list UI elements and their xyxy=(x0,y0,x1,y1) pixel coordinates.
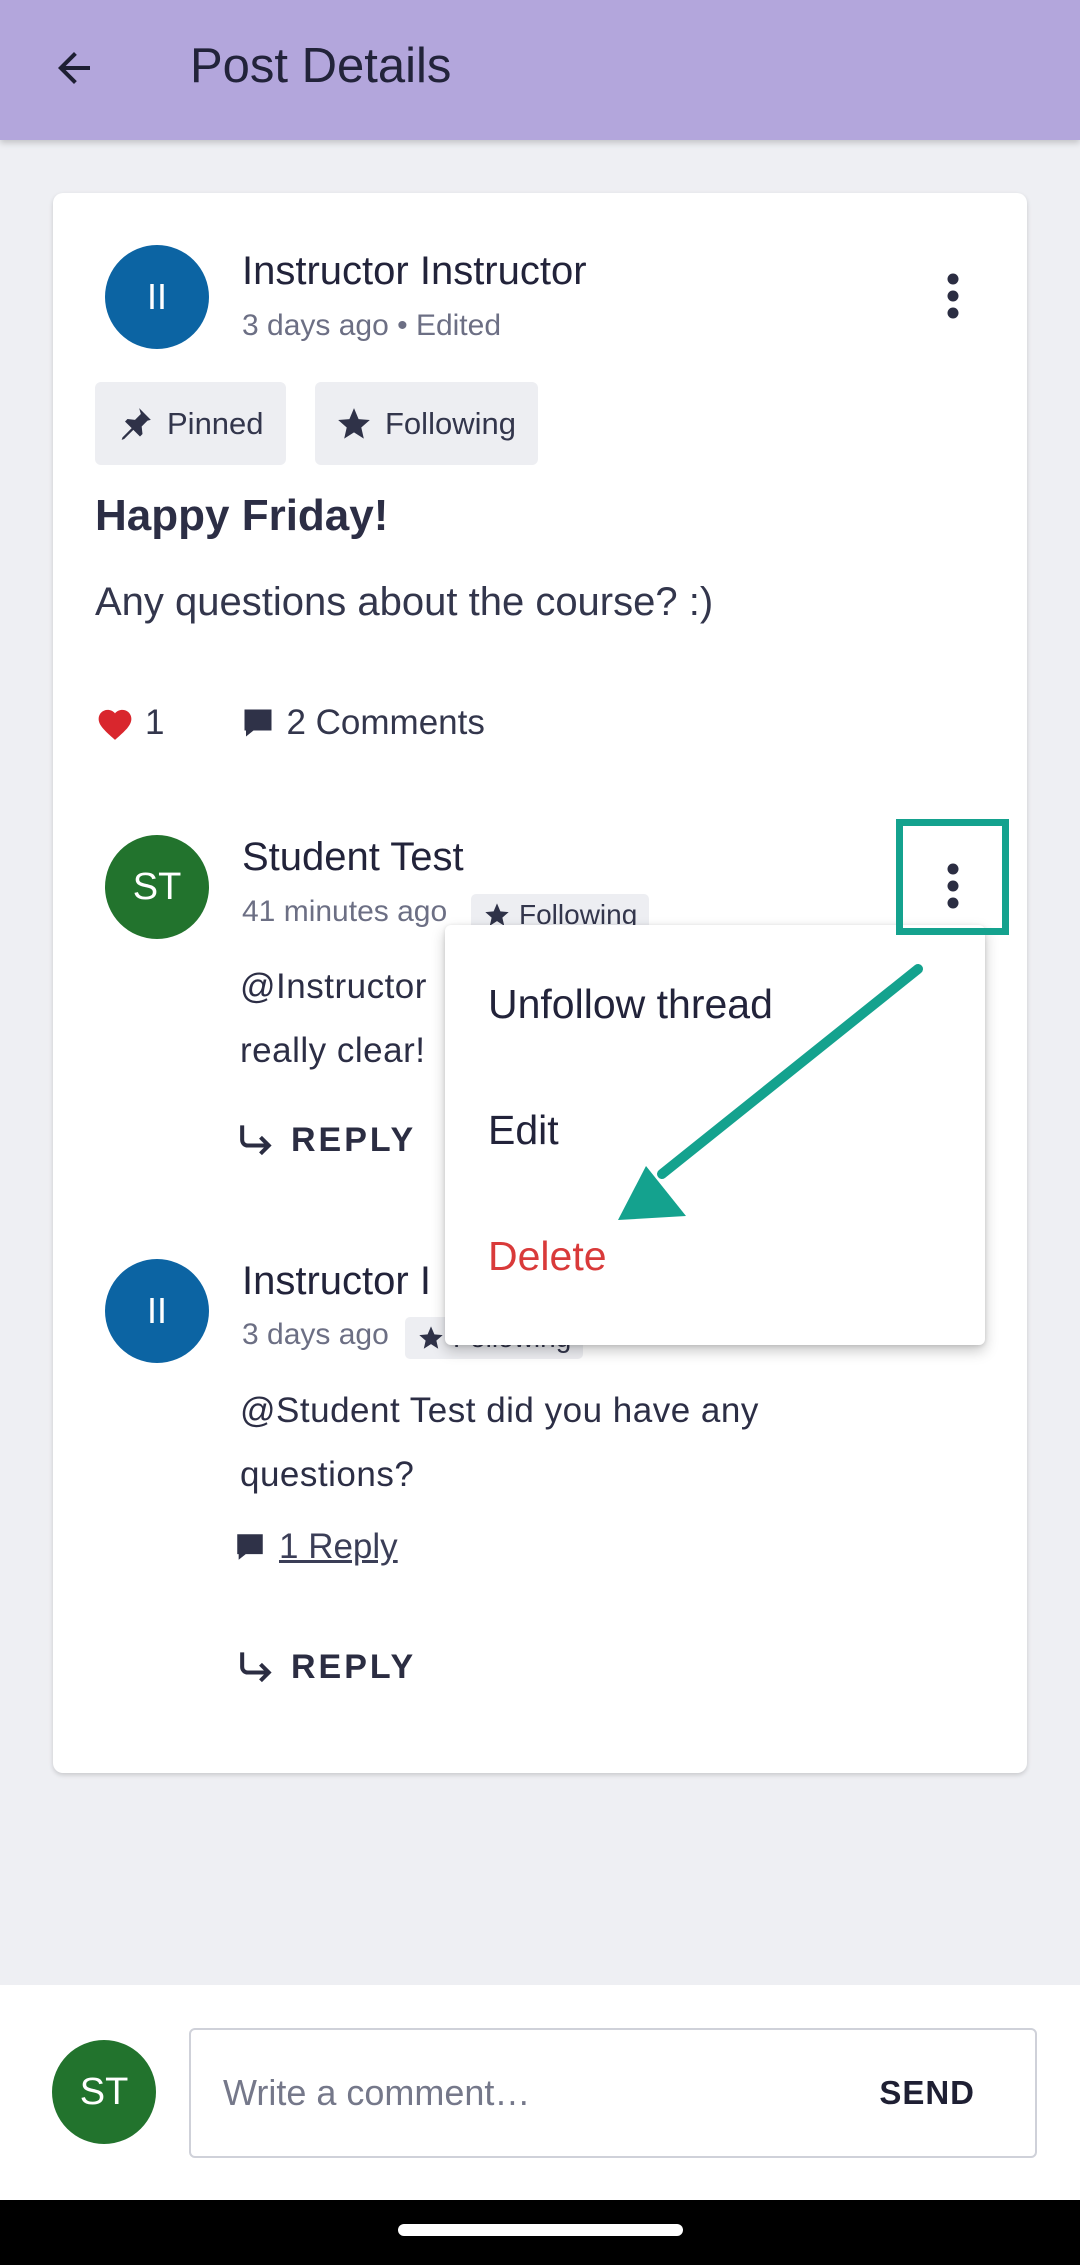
annotation-arrow xyxy=(618,964,923,1220)
